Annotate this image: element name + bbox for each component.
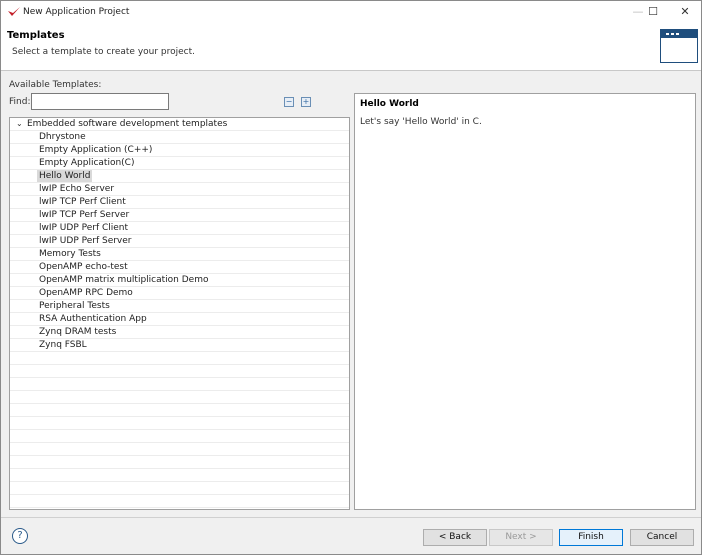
tree-item[interactable]: Peripheral Tests (10, 300, 349, 313)
tree-item-label: lwIP Echo Server (39, 184, 115, 194)
tree-item-label: RSA Authentication App (39, 314, 147, 324)
help-icon[interactable]: ? (12, 528, 28, 544)
tree-item-label: Empty Application(C) (39, 158, 135, 168)
tree-item[interactable]: lwIP TCP Perf Server (10, 209, 349, 222)
tree-item-label: Peripheral Tests (39, 301, 110, 311)
tree-item[interactable]: Memory Tests (10, 248, 349, 261)
tree-item[interactable]: Empty Application(C) (10, 157, 349, 170)
empty-row (10, 443, 349, 456)
tree-item-label: lwIP UDP Perf Server (39, 236, 132, 246)
collapse-all-icon[interactable]: − (284, 97, 294, 107)
tree-item[interactable]: lwIP TCP Perf Client (10, 196, 349, 209)
empty-row (10, 391, 349, 404)
empty-row (10, 365, 349, 378)
empty-row (10, 404, 349, 417)
tree-item[interactable]: lwIP UDP Perf Client (10, 222, 349, 235)
tree-item[interactable]: OpenAMP matrix multiplication Demo (10, 274, 349, 287)
description-title: Hello World (360, 99, 419, 109)
tree-item-label: lwIP TCP Perf Server (39, 210, 130, 220)
empty-row (10, 417, 349, 430)
templates-tree[interactable]: ⌄ Embedded software development template… (9, 117, 350, 510)
tree-item-label: OpenAMP echo-test (39, 262, 128, 272)
tree-item[interactable]: OpenAMP RPC Demo (10, 287, 349, 300)
available-templates-label: Available Templates: (9, 80, 102, 90)
chevron-down-icon[interactable]: ⌄ (14, 118, 25, 130)
back-button[interactable]: < Back (423, 529, 487, 546)
empty-row (10, 469, 349, 482)
empty-row (10, 482, 349, 495)
tree-item-label: Memory Tests (39, 249, 101, 259)
tree-item-label: Dhrystone (39, 132, 86, 142)
page-title: Templates (7, 30, 65, 41)
tree-item[interactable]: lwIP UDP Perf Server (10, 235, 349, 248)
tree-item-label: Zynq DRAM tests (39, 327, 117, 337)
window-title: New Application Project (23, 7, 130, 17)
expand-all-icon[interactable]: + (301, 97, 311, 107)
tree-item[interactable]: OpenAMP echo-test (10, 261, 349, 274)
tree-item[interactable]: Empty Application (C++) (10, 144, 349, 157)
page-subtitle: Select a template to create your project… (12, 47, 196, 57)
finish-button[interactable]: Finish (559, 529, 623, 546)
tree-group-label: Embedded software development templates (27, 119, 228, 129)
tree-group-embedded[interactable]: ⌄ Embedded software development template… (10, 118, 349, 131)
tree-item[interactable]: Zynq FSBL (10, 339, 349, 352)
tree-item-label: Zynq FSBL (39, 340, 87, 350)
tree-item[interactable]: Zynq DRAM tests (10, 326, 349, 339)
tree-item[interactable]: RSA Authentication App (10, 313, 349, 326)
empty-row (10, 495, 349, 508)
tree-item-label: lwIP TCP Perf Client (39, 197, 126, 207)
tree-item[interactable]: Dhrystone (10, 131, 349, 144)
divider (1, 517, 701, 518)
maximize-button[interactable]: ☐ (638, 1, 668, 23)
cancel-button[interactable]: Cancel (630, 529, 694, 546)
empty-row (10, 430, 349, 443)
tree-item-label: lwIP UDP Perf Client (39, 223, 129, 233)
wizard-header: Templates Select a template to create yo… (1, 23, 701, 71)
find-input[interactable] (31, 93, 169, 110)
description-text: Let's say 'Hello World' in C. (360, 117, 482, 127)
tree-item[interactable]: lwIP Echo Server (10, 183, 349, 196)
empty-row (10, 352, 349, 365)
tree-item-label: OpenAMP RPC Demo (39, 288, 133, 298)
wizard-banner-icon (660, 29, 698, 63)
dialog-window: New Application Project — ☐ ✕ Templates … (0, 0, 702, 555)
empty-row (10, 456, 349, 469)
empty-row (10, 378, 349, 391)
tree-item[interactable]: Hello World (10, 170, 349, 183)
find-label: Find: (9, 97, 31, 107)
close-button[interactable]: ✕ (670, 1, 700, 23)
next-button[interactable]: Next > (489, 529, 553, 546)
template-description-panel: Hello World Let's say 'Hello World' in C… (354, 93, 696, 510)
tree-item-label: Hello World (37, 170, 93, 182)
title-bar: New Application Project — ☐ ✕ (1, 1, 701, 23)
tree-item-label: Empty Application (C++) (39, 145, 153, 155)
tree-item-label: OpenAMP matrix multiplication Demo (39, 275, 209, 285)
app-logo-icon (8, 7, 20, 16)
